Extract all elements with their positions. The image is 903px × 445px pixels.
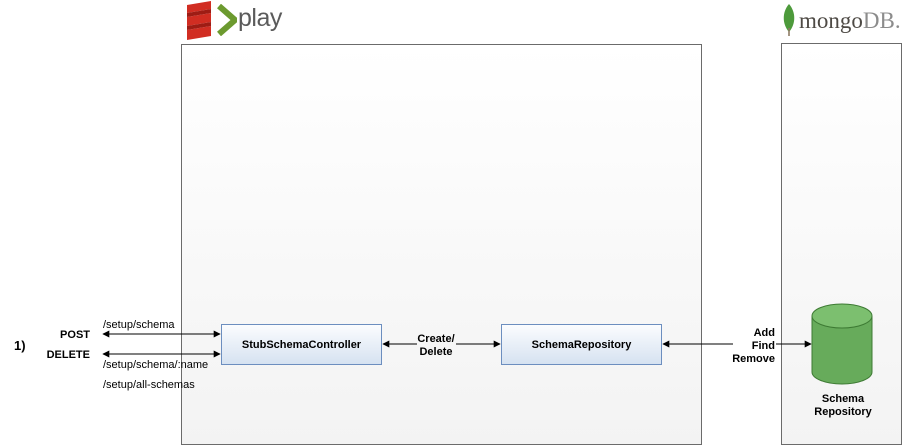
step-number: 1) (14, 338, 26, 353)
stub-schema-controller-box: StubSchemaController (221, 324, 382, 365)
route-setup-schema: /setup/schema (103, 319, 175, 331)
db-operations-label: Add Find Remove (720, 327, 775, 366)
create-label: Create/ (417, 333, 455, 345)
http-method-delete: DELETE (46, 349, 90, 361)
schema-repository-label: SchemaRepository (531, 338, 632, 351)
create-delete-label: Create/ Delete (411, 333, 461, 359)
route-setup-all-schemas: /setup/all-schemas (103, 379, 195, 391)
stub-schema-controller-label: StubSchemaController (241, 338, 362, 351)
delete-label: Delete (419, 346, 453, 358)
remove-label: Remove (732, 353, 775, 365)
find-label: Find (751, 340, 775, 352)
database-label-line1: Schema (821, 393, 865, 405)
route-setup-schema-name: /setup/schema/:name (103, 359, 209, 371)
schema-repository-database-icon (811, 303, 873, 385)
http-method-post: POST (60, 329, 90, 341)
add-label: Add (753, 327, 775, 339)
database-label: Schema Repository (803, 393, 883, 419)
database-label-line2: Repository (814, 406, 872, 418)
schema-repository-box: SchemaRepository (501, 324, 662, 365)
